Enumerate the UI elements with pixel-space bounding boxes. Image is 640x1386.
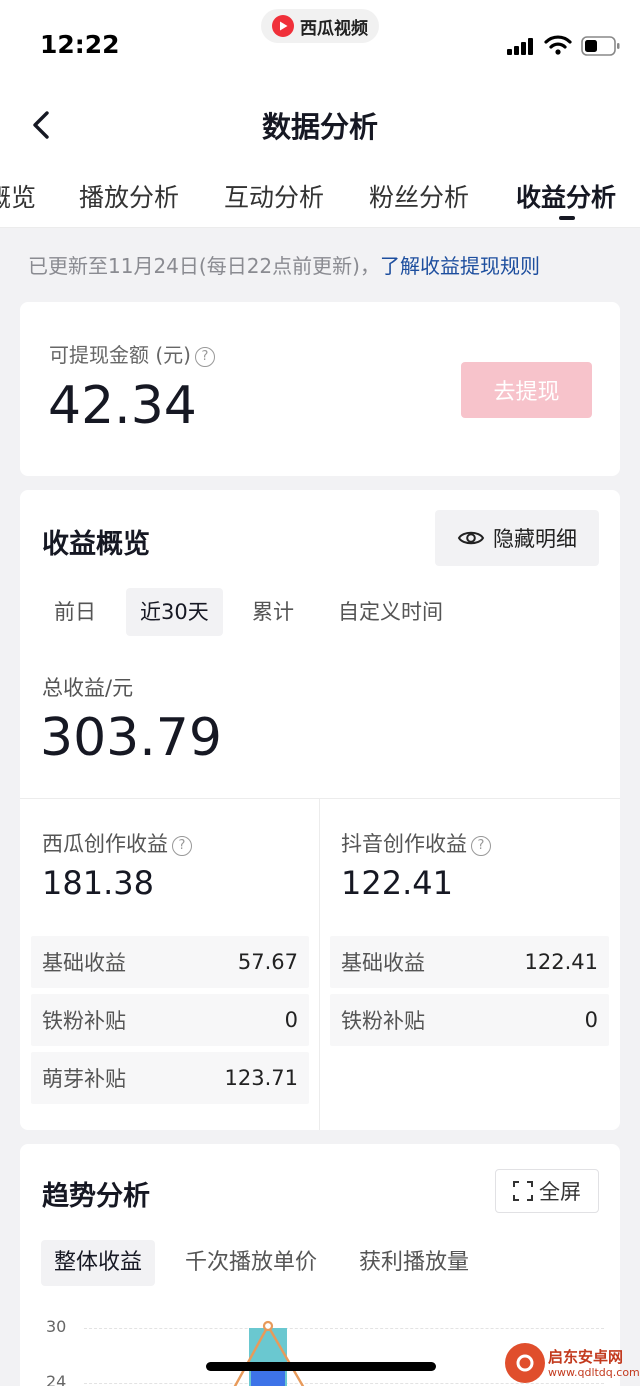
row-label: 萌芽补贴 (42, 1067, 126, 1091)
status-time: 12:22 (40, 30, 120, 59)
xigua-revenue-label: 西瓜创作收益 (42, 832, 168, 856)
row-value: 122.41 (524, 950, 598, 974)
update-notice-text: 已更新至11月24日(每日22点前更新)， (28, 254, 380, 278)
period-custom[interactable]: 自定义时间 (324, 588, 457, 636)
hide-details-label: 隐藏明细 (493, 527, 577, 551)
tab-overview[interactable]: 概览 (0, 178, 36, 214)
battery-icon (581, 36, 620, 56)
hide-details-button[interactable]: 隐藏明细 (435, 510, 599, 566)
withdraw-rules-link[interactable]: 了解收益提现规则 (380, 254, 540, 278)
row-value: 0 (584, 1008, 598, 1032)
withdraw-card: 可提现金额 (元)? 42.34 去提现 (20, 302, 620, 476)
douyin-revenue-value: 122.41 (341, 864, 453, 902)
active-tab-indicator (559, 216, 575, 220)
column-divider (319, 798, 320, 1130)
nav-bar: 数据分析 (0, 90, 640, 160)
xigua-basic-revenue-row: 基础收益 57.67 (31, 936, 309, 988)
app-pill-label: 西瓜视频 (300, 18, 368, 39)
fullscreen-label: 全屏 (539, 1180, 581, 1204)
divider (20, 798, 620, 799)
watermark-logo-icon (505, 1343, 545, 1383)
trend-tab-overall[interactable]: 整体收益 (41, 1240, 156, 1286)
total-revenue-label: 总收益/元 (42, 676, 134, 700)
withdrawable-label: 可提现金额 (元) (49, 343, 191, 367)
xigua-revenue-label-row: 西瓜创作收益? (42, 828, 192, 858)
fullscreen-icon (513, 1181, 533, 1201)
trend-tab-rpm[interactable]: 千次播放单价 (172, 1240, 330, 1286)
trend-tab-monetized-plays[interactable]: 获利播放量 (346, 1240, 482, 1286)
xigua-logo-icon (272, 15, 294, 37)
period-day-before[interactable]: 前日 (40, 588, 110, 636)
fullscreen-button[interactable]: 全屏 (495, 1169, 599, 1213)
douyin-revenue-label: 抖音创作收益 (341, 832, 467, 856)
tab-playback[interactable]: 播放分析 (79, 178, 179, 214)
row-label: 基础收益 (341, 951, 425, 975)
revenue-overview-card: 收益概览 隐藏明细 前日 近30天 累计 自定义时间 总收益/元 303.79 … (20, 490, 620, 1130)
y-tick-30: 30 (46, 1317, 67, 1336)
gridline (84, 1328, 604, 1329)
douyin-fan-subsidy-row: 铁粉补贴 0 (330, 994, 609, 1046)
eye-icon (457, 531, 485, 545)
withdraw-button[interactable]: 去提现 (461, 362, 592, 418)
period-last-30-days[interactable]: 近30天 (126, 588, 223, 636)
xigua-fan-subsidy-row: 铁粉补贴 0 (31, 994, 309, 1046)
help-icon[interactable]: ? (172, 836, 192, 856)
row-label: 基础收益 (42, 951, 126, 975)
app-return-pill[interactable]: 西瓜视频 (261, 9, 379, 43)
xigua-sprout-subsidy-row: 萌芽补贴 123.71 (31, 1052, 309, 1104)
row-value: 57.67 (237, 950, 298, 974)
cellular-signal-icon (507, 38, 533, 55)
row-label: 铁粉补贴 (42, 1009, 126, 1033)
period-cumulative[interactable]: 累计 (238, 588, 308, 636)
total-revenue-value: 303.79 (40, 708, 222, 768)
withdrawable-amount: 42.34 (48, 376, 197, 436)
tab-interaction[interactable]: 互动分析 (224, 178, 324, 214)
watermark-url: www.qdltdq.com (548, 1365, 640, 1379)
help-icon[interactable]: ? (194, 347, 215, 367)
row-value: 0 (284, 1008, 298, 1032)
row-value: 123.71 (224, 1066, 298, 1090)
site-watermark: 启东安卓网 www.qdltdq.com (505, 1340, 640, 1386)
help-icon[interactable]: ? (471, 836, 491, 856)
trend-title: 趋势分析 (42, 1181, 150, 1212)
overview-title: 收益概览 (42, 529, 150, 560)
status-bar: 12:22 西瓜视频 (0, 0, 640, 90)
tab-revenue[interactable]: 收益分析 (516, 178, 616, 214)
y-tick-24: 24 (46, 1372, 67, 1386)
row-label: 铁粉补贴 (341, 1009, 425, 1033)
tab-fans[interactable]: 粉丝分析 (369, 178, 469, 214)
chart-line (233, 1320, 305, 1386)
page-title: 数据分析 (261, 110, 378, 144)
douyin-revenue-label-row: 抖音创作收益? (341, 828, 491, 858)
wifi-icon (544, 35, 572, 55)
watermark-title: 启东安卓网 (548, 1347, 624, 1366)
home-indicator (206, 1362, 436, 1371)
douyin-basic-revenue-row: 基础收益 122.41 (330, 936, 609, 988)
xigua-revenue-value: 181.38 (42, 864, 154, 902)
update-notice: 已更新至11月24日(每日22点前更新)，了解收益提现规则 (28, 250, 540, 279)
withdrawable-label-row: 可提现金额 (元)? (49, 339, 215, 368)
analysis-tabs: 概览 播放分析 互动分析 粉丝分析 收益分析 (0, 160, 640, 228)
